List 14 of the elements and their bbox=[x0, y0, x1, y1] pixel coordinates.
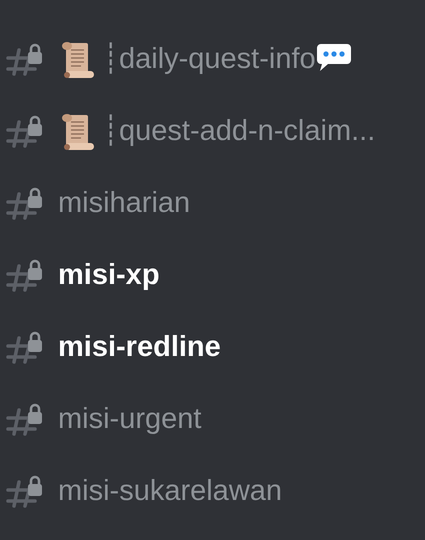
channel-name[interactable]: ┊quest-add-n-claim... bbox=[102, 110, 376, 154]
channel-name[interactable]: misiharian bbox=[58, 182, 190, 226]
locked-channel-icon bbox=[5, 474, 43, 510]
locked-channel-icon bbox=[5, 330, 43, 366]
channel-name[interactable]: misi-xp bbox=[58, 254, 160, 298]
locked-channel-icon bbox=[5, 258, 43, 294]
channel-name[interactable]: misi-sukarelawan bbox=[58, 470, 282, 514]
channel-name[interactable]: misi-urgent bbox=[58, 398, 202, 442]
channel-name[interactable]: ┊daily-quest-info bbox=[102, 38, 316, 82]
locked-channel-icon bbox=[5, 186, 43, 222]
locked-channel-icon bbox=[5, 114, 43, 150]
locked-channel-icon bbox=[5, 402, 43, 438]
locked-channel-icon bbox=[5, 42, 43, 78]
channel-name[interactable]: misi-redline bbox=[58, 326, 221, 370]
